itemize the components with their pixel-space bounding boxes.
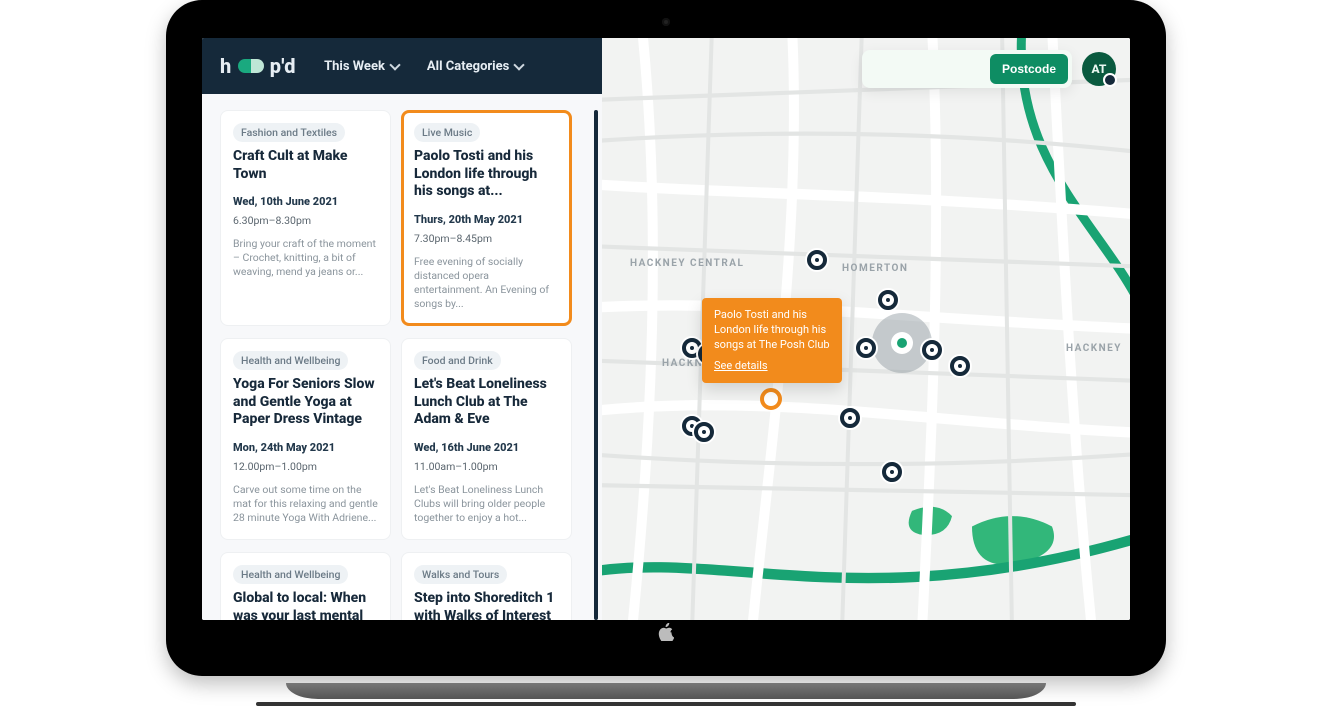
map-pin-selected[interactable]: [760, 388, 782, 410]
filter-all-categories-label: All Categories: [427, 59, 509, 74]
chevron-down-icon: [389, 59, 400, 70]
event-title: Let's Beat Loneliness Lunch Club at The …: [414, 376, 559, 429]
event-card[interactable]: Live Music Paolo Tosti and his London lif…: [401, 110, 572, 326]
map-area-label: HACKNEY: [1066, 343, 1122, 354]
device-frame: h p'd This Week All Categories Fashion a…: [166, 0, 1166, 706]
map-pin[interactable]: [694, 422, 714, 442]
filter-this-week[interactable]: This Week: [324, 59, 399, 74]
map-area-label: HOMERTON: [842, 263, 908, 274]
event-date: Wed, 16th June 2021: [414, 441, 559, 454]
map-pin[interactable]: [840, 408, 860, 428]
map-pin[interactable]: [882, 462, 902, 482]
event-title: Paolo Tosti and his London life through …: [414, 148, 559, 201]
event-card[interactable]: Health and Wellbeing Yoga For Seniors Slo…: [220, 338, 391, 540]
event-date: Wed, 10th June 2021: [233, 195, 378, 208]
event-title: Yoga For Seniors Slow and Gentle Yoga at…: [233, 376, 378, 429]
map-tooltip: Paolo Tosti and his London life through …: [702, 298, 842, 383]
chevron-down-icon: [514, 59, 525, 70]
map-pin[interactable]: [856, 338, 876, 358]
brand-suffix: p'd: [270, 54, 296, 78]
tooltip-title: Paolo Tosti and his London life through …: [714, 308, 830, 353]
map-view[interactable]: HACKNEY CENTRAL HOMERTON HACKN HACKNEY: [602, 38, 1130, 620]
event-category-tag: Live Music: [414, 123, 480, 142]
map-area-label: HACKN: [662, 358, 703, 369]
scrollbar[interactable]: [594, 110, 598, 620]
event-time: 7.30pm–8.45pm: [414, 232, 559, 245]
top-bar: h p'd This Week All Categories: [202, 38, 602, 94]
event-date: Mon, 24th May 2021: [233, 441, 378, 454]
event-card[interactable]: Fashion and Textiles Craft Cult at Make T…: [220, 110, 391, 326]
event-time: 6.30pm–8.30pm: [233, 214, 378, 227]
event-title: Step into Shoreditch 1 with Walks of Int…: [414, 590, 559, 620]
events-grid: Fashion and Textiles Craft Cult at Make T…: [220, 110, 590, 620]
brand-prefix: h: [220, 54, 232, 78]
event-card[interactable]: Health and Wellbeing Global to local: Whe…: [220, 552, 391, 620]
postcode-button[interactable]: Postcode: [990, 54, 1068, 84]
left-panel: h p'd This Week All Categories Fashion a…: [202, 38, 602, 620]
map-pin[interactable]: [878, 290, 898, 310]
event-description: Bring your craft of the moment – Crochet…: [233, 237, 378, 280]
event-category-tag: Fashion and Textiles: [233, 123, 345, 142]
filter-this-week-label: This Week: [324, 59, 385, 74]
event-date: Thurs, 20th May 2021: [414, 213, 559, 226]
event-description: Let's Beat Loneliness Lunch Clubs will b…: [414, 483, 559, 526]
map-pin[interactable]: [950, 356, 970, 376]
search-box: Postcode: [862, 50, 1072, 88]
brand-logo[interactable]: h p'd: [220, 54, 296, 78]
event-card[interactable]: Walks and Tours Step into Shoreditch 1 wi…: [401, 552, 572, 620]
avatar-initials: AT: [1092, 62, 1107, 76]
user-location-dot: [897, 338, 907, 348]
brand-pill-icon: [238, 59, 264, 73]
event-category-tag: Health and Wellbeing: [233, 565, 348, 584]
map-pin[interactable]: [807, 250, 827, 270]
event-title: Craft Cult at Make Town: [233, 148, 378, 183]
postcode-input[interactable]: [870, 62, 990, 76]
avatar[interactable]: AT: [1082, 52, 1116, 86]
map-roads-svg: [602, 38, 1130, 620]
events-container: Fashion and Textiles Craft Cult at Make T…: [202, 94, 602, 620]
event-title: Global to local: When was your last ment…: [233, 590, 378, 620]
app-screen: h p'd This Week All Categories Fashion a…: [202, 38, 1130, 620]
device-bezel: h p'd This Week All Categories Fashion a…: [166, 0, 1166, 676]
camera-dot: [662, 18, 670, 26]
filter-all-categories[interactable]: All Categories: [427, 59, 523, 74]
tooltip-see-details-link[interactable]: See details: [714, 359, 768, 374]
device-stand-shadow: [256, 702, 1076, 706]
device-stand: [286, 683, 1046, 699]
event-category-tag: Food and Drink: [414, 351, 501, 370]
map-area-label: HACKNEY CENTRAL: [630, 258, 744, 269]
event-category-tag: Walks and Tours: [414, 565, 507, 584]
event-time: 11.00am–1.00pm: [414, 460, 559, 473]
event-description: Free evening of socially distanced opera…: [414, 255, 559, 312]
event-category-tag: Health and Wellbeing: [233, 351, 348, 370]
event-description: Carve out some time on the mat for this …: [233, 483, 378, 526]
map-pin[interactable]: [922, 340, 942, 360]
event-time: 12.00pm–1.00pm: [233, 460, 378, 473]
apple-logo-icon: [658, 623, 674, 646]
event-card[interactable]: Food and Drink Let's Beat Loneliness Lunc…: [401, 338, 572, 540]
search-wrap: Postcode AT: [862, 50, 1116, 88]
